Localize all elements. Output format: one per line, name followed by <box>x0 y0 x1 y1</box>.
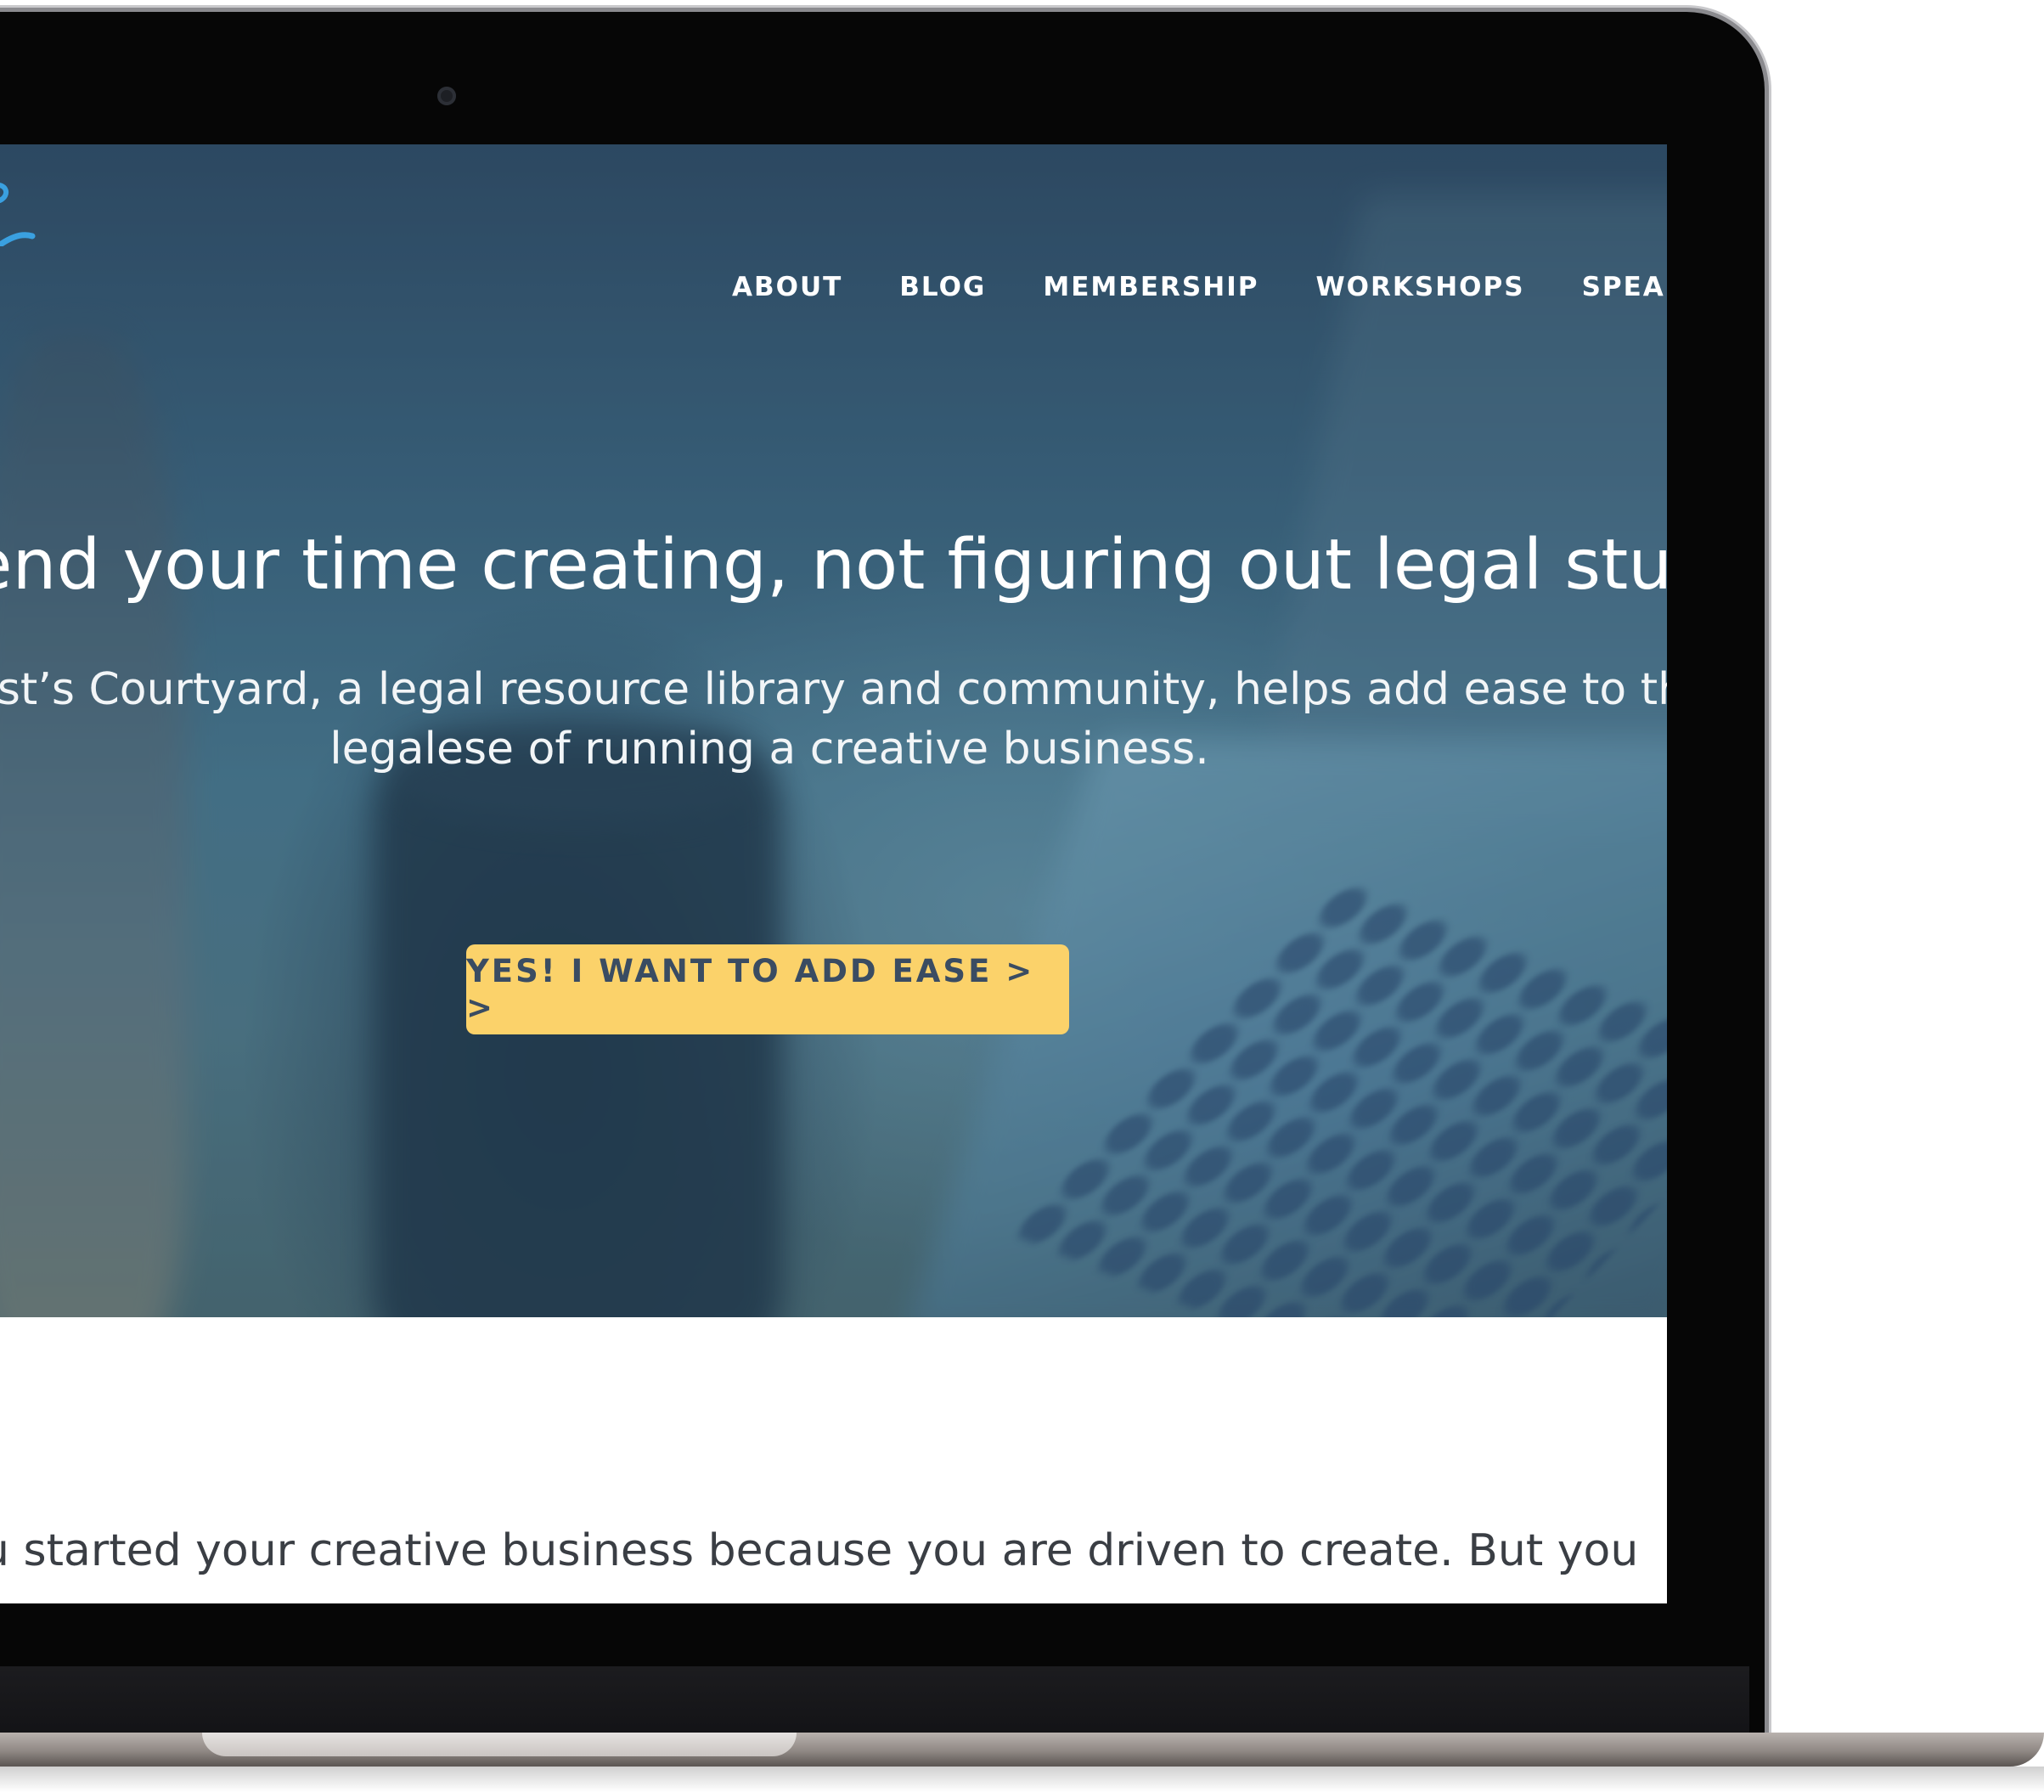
nav-item-speaking[interactable]: SPEAKING <box>1582 272 1667 302</box>
hero-subhead-line-2: legalese of running a creative business. <box>329 724 1209 775</box>
laptop-chin <box>0 1666 1749 1736</box>
browser-viewport: ABOUT BLOG MEMBERSHIP WORKSHOPS SPEAKING… <box>0 144 1667 1603</box>
main-nav: ABOUT BLOG MEMBERSHIP WORKSHOPS SPEAKING <box>732 270 1667 304</box>
nav-item-membership[interactable]: MEMBERSHIP <box>1043 272 1258 302</box>
nav-item-about[interactable]: ABOUT <box>732 272 842 302</box>
brand-logo-icon[interactable] <box>0 178 42 246</box>
hero-subhead-line-1: tist’s Courtyard, a legal resource libra… <box>0 664 1667 715</box>
webcam-icon <box>437 87 456 105</box>
laptop-shadow <box>0 1767 2044 1792</box>
nav-item-blog[interactable]: BLOG <box>899 272 986 302</box>
hero-section: ABOUT BLOG MEMBERSHIP WORKSHOPS SPEAKING… <box>0 144 1667 1317</box>
add-ease-cta-button[interactable]: YES! I WANT TO ADD EASE > > <box>466 944 1069 1034</box>
laptop-base-notch <box>202 1733 797 1756</box>
intro-paragraph: u started your creative business because… <box>0 1525 1639 1576</box>
nav-item-workshops[interactable]: WORKSHOPS <box>1315 272 1524 302</box>
laptop-mockup: ABOUT BLOG MEMBERSHIP WORKSHOPS SPEAKING… <box>0 0 2044 1792</box>
hero-headline: end your time creating, not figuring out… <box>0 525 1667 606</box>
